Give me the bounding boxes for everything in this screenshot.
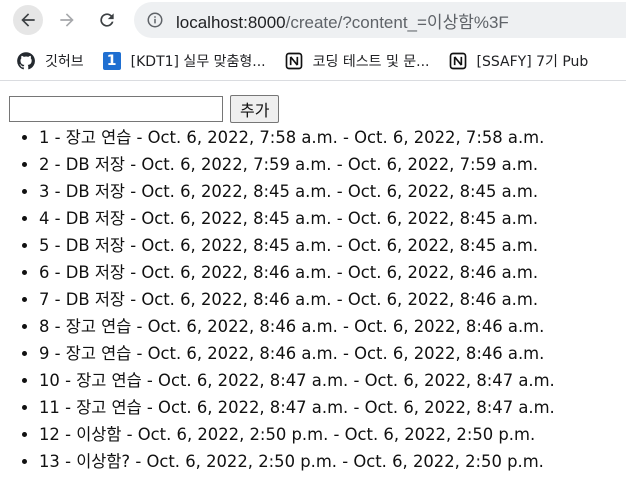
arrow-left-icon [21, 13, 35, 27]
bookmarks-bar: 깃허브 1 [KDT1] 실무 맞춤형... 코딩 테스트 및 문... [SS… [0, 42, 626, 81]
address-bar[interactable]: localhost:8000/create/?content_=이상함%3F [134, 2, 626, 38]
forward-button[interactable] [52, 5, 82, 35]
todo-list: 1 - 장고 연습 - Oct. 6, 2022, 7:58 a.m. - Oc… [9, 124, 617, 475]
list-item: 9 - 장고 연습 - Oct. 6, 2022, 8:46 a.m. - Oc… [39, 340, 617, 367]
list-item: 12 - 이상함 - Oct. 6, 2022, 2:50 p.m. - Oct… [39, 421, 617, 448]
notion-icon [448, 51, 468, 71]
arrow-right-icon [60, 13, 74, 27]
back-button[interactable] [13, 5, 43, 35]
list-item: 1 - 장고 연습 - Oct. 6, 2022, 7:58 a.m. - Oc… [39, 124, 617, 151]
bookmark-ssafy[interactable]: [SSAFY] 7기 Pub [448, 51, 589, 71]
numbered-1-icon: 1 [102, 51, 122, 71]
info-icon[interactable] [146, 11, 164, 29]
browser-toolbar: localhost:8000/create/?content_=이상함%3F [0, 0, 626, 42]
list-item: 4 - DB 저장 - Oct. 6, 2022, 8:45 a.m. - Oc… [39, 205, 617, 232]
bookmark-label: 코딩 테스트 및 문... [312, 54, 430, 70]
bookmark-label: [KDT1] 실무 맞춤형... [130, 54, 266, 70]
content-input[interactable] [9, 96, 223, 122]
bookmark-label: [SSAFY] 7기 Pub [476, 54, 589, 70]
bookmark-coding-test[interactable]: 코딩 테스트 및 문... [284, 51, 430, 71]
list-item: 6 - DB 저장 - Oct. 6, 2022, 8:46 a.m. - Oc… [39, 259, 617, 286]
numbered-icon-text: 1 [102, 52, 121, 70]
list-item: 7 - DB 저장 - Oct. 6, 2022, 8:46 a.m. - Oc… [39, 286, 617, 313]
list-item: 5 - DB 저장 - Oct. 6, 2022, 8:45 a.m. - Oc… [39, 232, 617, 259]
url-path: /create/?content_=이상함%3F [285, 12, 509, 32]
notion-icon [284, 51, 304, 71]
github-icon [16, 51, 36, 71]
list-item: 13 - 이상함? - Oct. 6, 2022, 2:50 p.m. - Oc… [39, 448, 617, 475]
url-text: localhost:8000/create/?content_=이상함%3F [176, 8, 509, 33]
list-item: 10 - 장고 연습 - Oct. 6, 2022, 8:47 a.m. - O… [39, 367, 617, 394]
reload-icon [100, 13, 114, 27]
bookmark-github[interactable]: 깃허브 [16, 51, 84, 71]
list-item: 2 - DB 저장 - Oct. 6, 2022, 7:59 a.m. - Oc… [39, 151, 617, 178]
list-item: 11 - 장고 연습 - Oct. 6, 2022, 8:47 a.m. - O… [39, 394, 617, 421]
bookmark-label: 깃허브 [45, 54, 84, 70]
add-button[interactable]: 추가 [230, 95, 280, 123]
reload-button[interactable] [92, 5, 122, 35]
page-content: 추가 1 - 장고 연습 - Oct. 6, 2022, 7:58 a.m. -… [0, 81, 626, 475]
bookmark-kdt1[interactable]: 1 [KDT1] 실무 맞춤형... [102, 51, 266, 71]
create-form: 추가 [9, 94, 617, 124]
url-host: localhost:8000 [176, 12, 286, 32]
list-item: 3 - DB 저장 - Oct. 6, 2022, 8:45 a.m. - Oc… [39, 178, 617, 205]
list-item: 8 - 장고 연습 - Oct. 6, 2022, 8:46 a.m. - Oc… [39, 313, 617, 340]
